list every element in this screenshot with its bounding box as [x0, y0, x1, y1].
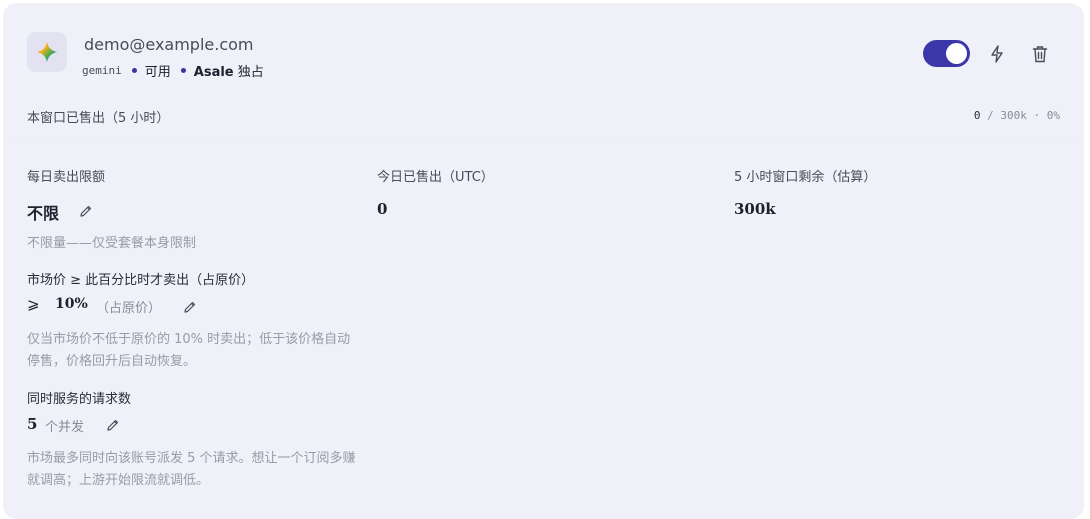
window-remaining-value: 300k — [734, 200, 776, 218]
toggle-knob — [946, 43, 967, 64]
gte-symbol: ⩾ — [27, 295, 40, 313]
window-capacity: 300k — [1000, 109, 1027, 122]
window-percent: 0% — [1046, 109, 1060, 122]
trash-icon[interactable] — [1028, 42, 1052, 66]
price-floor-hint: 仅当市场价不低于原价的 10% 时卖出；低于该价格自动停售，价格回升后自动恢复。 — [27, 332, 351, 369]
price-floor-value: 10% — [55, 296, 88, 312]
status-text: 可用 — [144, 65, 171, 80]
owner-badge: Asale 独占 — [194, 61, 264, 80]
account-email: demo@example.com — [84, 35, 254, 54]
window-sold-value: 0 — [973, 109, 981, 122]
owner-suffix: 独占 — [233, 65, 264, 80]
window-remaining-label: 5 小时窗口剩余（估算） — [734, 170, 877, 185]
daily-limit-value: 不限 — [27, 204, 60, 223]
today-sold-label: 今日已售出（UTC） — [377, 170, 494, 185]
account-meta: gemini 可用 Asale 独占 — [82, 61, 264, 80]
today-sold-value: 0 — [377, 200, 388, 218]
gemini-logo-icon — [27, 32, 67, 72]
section-divider — [3, 139, 1084, 140]
stats-dot: · — [1026, 109, 1047, 122]
concurrency-value: 5 — [27, 415, 38, 433]
window-sold-stats: 0 / 300k · 0% — [974, 109, 1060, 122]
window-sold-label: 本窗口已售出（5 小时） — [27, 111, 170, 126]
price-floor-unit: （占原价） — [96, 301, 162, 316]
daily-limit-hint: 不限量——仅受套餐本身限制 — [27, 236, 197, 251]
concurrency-label: 同时服务的请求数 — [27, 392, 132, 407]
edit-price-floor-pencil-icon[interactable] — [183, 299, 197, 313]
provider-label: gemini — [82, 64, 122, 77]
concurrency-unit: 个并发 — [45, 420, 85, 435]
status-dot — [131, 68, 137, 73]
enable-toggle[interactable] — [923, 40, 970, 67]
lightning-icon[interactable] — [985, 42, 1009, 66]
price-floor-label: 市场价 ≥ 此百分比时才卖出（占原价） — [27, 273, 255, 288]
edit-daily-limit-pencil-icon[interactable] — [79, 203, 93, 217]
owner-name: Asale — [193, 65, 234, 80]
edit-concurrency-pencil-icon[interactable] — [106, 417, 120, 431]
account-card: demo@example.com gemini 可用 Asale 独占 本窗口已… — [3, 3, 1084, 519]
owner-dot — [180, 68, 186, 73]
daily-limit-label: 每日卖出限额 — [27, 170, 106, 185]
stats-separator: / — [980, 109, 1001, 122]
concurrency-hint: 市场最多同时向该账号派发 5 个请求。想让一个订阅多赚就调高；上游开始限流就调低… — [27, 451, 356, 488]
